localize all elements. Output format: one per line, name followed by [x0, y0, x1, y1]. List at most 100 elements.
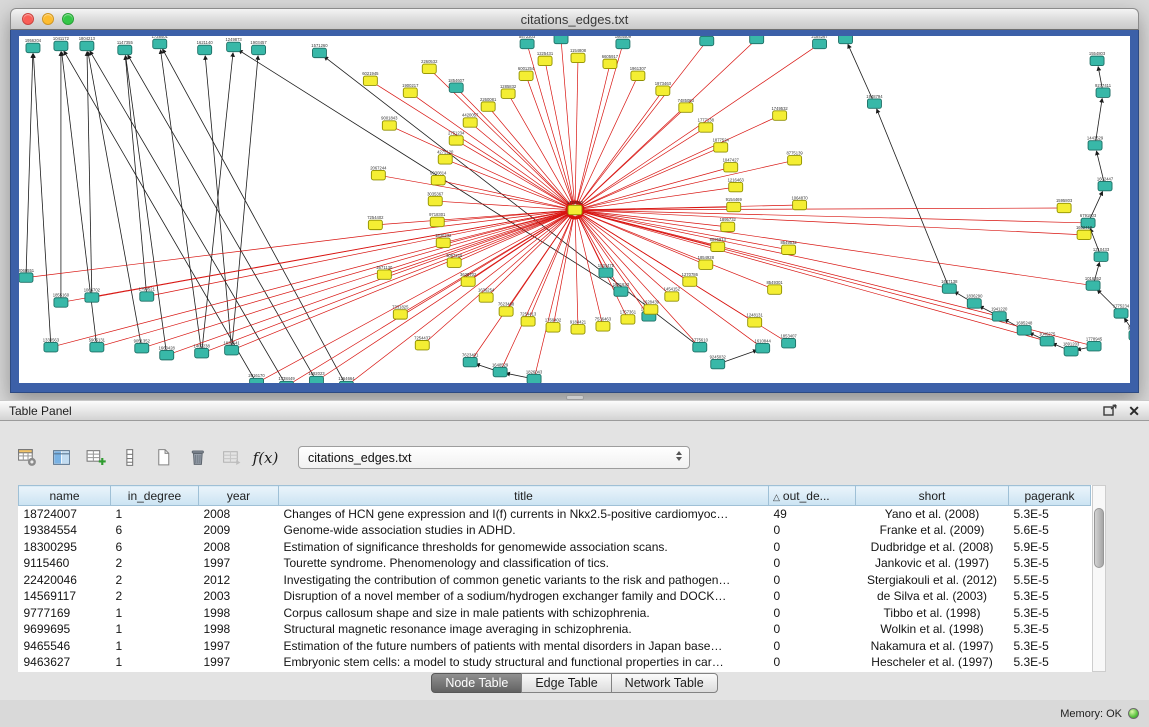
- column-header-out_de[interactable]: △out_de...: [769, 486, 856, 506]
- graph-edge[interactable]: [445, 159, 569, 208]
- graph-edge[interactable]: [580, 147, 720, 207]
- graph-edge[interactable]: [97, 212, 569, 348]
- graph-node[interactable]: [1114, 309, 1128, 318]
- cell-year[interactable]: 1998: [199, 605, 279, 622]
- graph-node[interactable]: [1096, 88, 1110, 97]
- cell-name[interactable]: 18724007: [19, 506, 111, 523]
- graph-node[interactable]: [44, 342, 58, 351]
- graph-node[interactable]: [368, 220, 382, 229]
- window-titlebar[interactable]: citations_edges.txt: [10, 8, 1139, 30]
- graph-node[interactable]: [699, 123, 713, 132]
- cell-short[interactable]: Nakamura et al. (1997): [856, 638, 1009, 655]
- graph-edge[interactable]: [561, 39, 574, 204]
- new-document-button[interactable]: [150, 444, 177, 471]
- graph-node[interactable]: [225, 345, 239, 354]
- graph-edge[interactable]: [33, 54, 51, 347]
- graph-node[interactable]: [54, 41, 68, 50]
- graph-edge[interactable]: [575, 216, 578, 329]
- graph-node[interactable]: [463, 357, 477, 366]
- graph-node[interactable]: [554, 36, 568, 44]
- cell-year[interactable]: 2003: [199, 588, 279, 605]
- graph-edge[interactable]: [92, 211, 569, 297]
- graph-node[interactable]: [280, 381, 294, 383]
- graph-node[interactable]: [1064, 346, 1078, 355]
- cell-pagerank[interactable]: 5.3E-5: [1009, 555, 1091, 572]
- graph-edge[interactable]: [389, 125, 569, 207]
- cell-out_de[interactable]: 0: [769, 555, 856, 572]
- close-panel-icon[interactable]: ✕: [1128, 404, 1140, 418]
- tab-node-table[interactable]: Node Table: [431, 673, 522, 693]
- cell-pagerank[interactable]: 5.3E-5: [1009, 638, 1091, 655]
- cell-name[interactable]: 22420046: [19, 572, 111, 589]
- table-row[interactable]: 1830029562008Estimation of significance …: [19, 539, 1091, 556]
- graph-edge[interactable]: [88, 52, 142, 348]
- rows-button[interactable]: [116, 444, 143, 471]
- graph-edge[interactable]: [579, 108, 685, 206]
- cell-name[interactable]: 9115460: [19, 555, 111, 572]
- cell-year[interactable]: 1997: [199, 555, 279, 572]
- graph-node[interactable]: [479, 293, 493, 302]
- graph-edge[interactable]: [454, 212, 569, 262]
- graph-node[interactable]: [1090, 56, 1104, 65]
- graph-node[interactable]: [1087, 341, 1101, 350]
- cell-short[interactable]: Jankovic et al. (1997): [856, 555, 1009, 572]
- graph-node[interactable]: [436, 238, 450, 247]
- cell-pagerank[interactable]: 5.5E-5: [1009, 572, 1091, 589]
- graph-edge[interactable]: [370, 81, 570, 207]
- cell-out_de[interactable]: 0: [769, 621, 856, 638]
- graph-node[interactable]: [621, 315, 635, 324]
- graph-edge[interactable]: [576, 64, 610, 204]
- cell-title[interactable]: Disruption of a novel member of a sodium…: [279, 588, 769, 605]
- cell-name[interactable]: 14569117: [19, 588, 111, 605]
- cell-name[interactable]: 19384554: [19, 522, 111, 539]
- cell-in_degree[interactable]: 1: [111, 621, 199, 638]
- table-row[interactable]: 969969511998Structural magnetic resonanc…: [19, 621, 1091, 638]
- graph-node[interactable]: [599, 268, 613, 277]
- cell-out_de[interactable]: 0: [769, 572, 856, 589]
- graph-edge[interactable]: [500, 215, 572, 372]
- graph-edge[interactable]: [581, 210, 1088, 223]
- graph-edge[interactable]: [202, 53, 233, 353]
- graph-node[interactable]: [403, 88, 417, 97]
- table-row[interactable]: 1456911722003Disruption of a novel membe…: [19, 588, 1091, 605]
- cell-out_de[interactable]: 0: [769, 638, 856, 655]
- graph-node[interactable]: [568, 205, 582, 214]
- column-header-in_degree[interactable]: in_degree: [111, 486, 199, 506]
- graph-node[interactable]: [449, 83, 463, 92]
- table-row[interactable]: 911546021997Tourette syndrome. Phenomeno…: [19, 555, 1091, 572]
- table-row[interactable]: 946554611997Estimation of the future num…: [19, 638, 1091, 655]
- cell-name[interactable]: 9463627: [19, 654, 111, 671]
- graph-node[interactable]: [942, 284, 956, 293]
- cell-title[interactable]: Genome-wide association studies in ADHD.: [279, 522, 769, 539]
- delete-button[interactable]: [184, 444, 211, 471]
- table-row[interactable]: 1938455462009Genome-wide association stu…: [19, 522, 1091, 539]
- cell-name[interactable]: 18300295: [19, 539, 111, 556]
- graph-node[interactable]: [614, 287, 628, 296]
- graph-node[interactable]: [538, 56, 552, 65]
- graph-node[interactable]: [312, 48, 326, 57]
- graph-node[interactable]: [679, 103, 693, 112]
- graph-node[interactable]: [1094, 252, 1108, 261]
- float-panel-icon[interactable]: [1103, 404, 1117, 417]
- graph-edge[interactable]: [147, 211, 569, 296]
- cell-year[interactable]: 2009: [199, 522, 279, 539]
- graph-node[interactable]: [603, 59, 617, 68]
- graph-edge[interactable]: [581, 211, 789, 250]
- column-header-pagerank[interactable]: pagerank: [1009, 486, 1091, 506]
- tab-edge-table[interactable]: Edge Table: [521, 673, 611, 693]
- graph-node[interactable]: [447, 258, 461, 267]
- graph-edge[interactable]: [581, 212, 1047, 342]
- graph-node[interactable]: [1017, 326, 1031, 335]
- cell-pagerank[interactable]: 5.3E-5: [1009, 588, 1091, 605]
- graph-node[interactable]: [596, 322, 610, 331]
- graph-node[interactable]: [683, 277, 697, 286]
- graph-edge[interactable]: [161, 50, 202, 353]
- graph-node[interactable]: [773, 111, 787, 120]
- graph-node[interactable]: [118, 45, 132, 54]
- cell-short[interactable]: Wolkin et al. (1998): [856, 621, 1009, 638]
- cell-out_de[interactable]: 0: [769, 588, 856, 605]
- graph-node[interactable]: [90, 342, 104, 351]
- cell-title[interactable]: Embryonic stem cells: a model to study s…: [279, 654, 769, 671]
- cell-in_degree[interactable]: 6: [111, 539, 199, 556]
- graph-node[interactable]: [793, 200, 807, 209]
